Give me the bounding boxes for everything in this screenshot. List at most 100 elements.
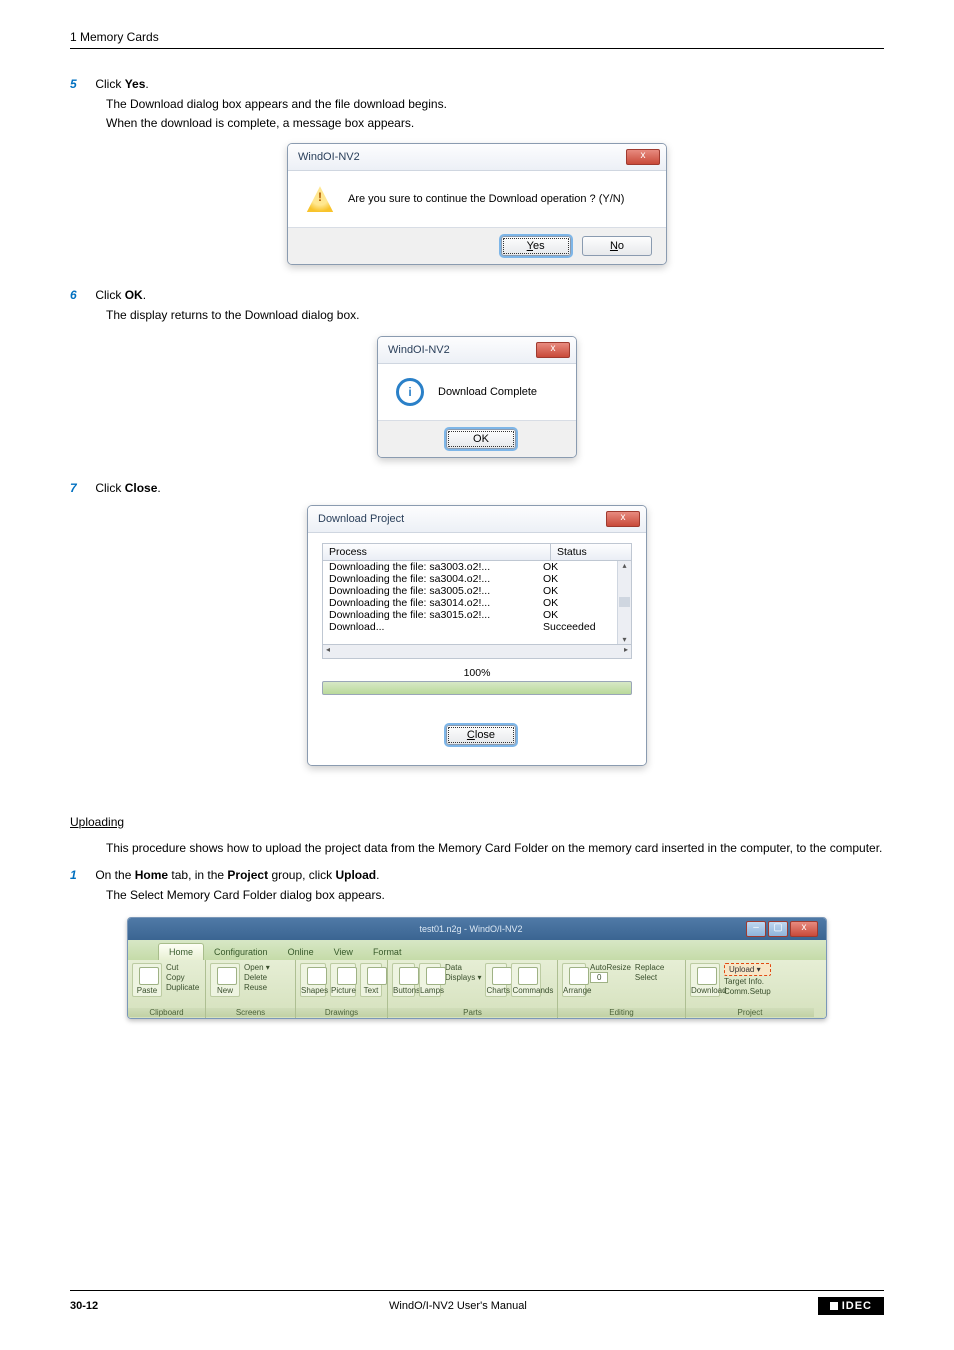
group-screens: New Open ▾ Delete Reuse Screens bbox=[206, 960, 296, 1018]
vertical-scrollbar[interactable]: ▴ ▾ bbox=[617, 561, 631, 644]
buttons-button[interactable]: Buttons bbox=[392, 963, 415, 997]
open-button[interactable]: Open ▾ bbox=[244, 963, 270, 972]
scroll-right-icon[interactable]: ▸ bbox=[621, 645, 631, 658]
autoresize-button[interactable]: AutoResize bbox=[590, 963, 631, 972]
step-desc: The display returns to the Download dial… bbox=[106, 306, 884, 325]
table-header: Process Status bbox=[322, 543, 632, 561]
process-cell: Downloading the file: sa3005.o2!... bbox=[323, 585, 537, 597]
ribbon-window: test01.n2g - WindO/I-NV2 – ▢ x Home Conf… bbox=[127, 917, 827, 1019]
tab-format[interactable]: Format bbox=[363, 944, 412, 960]
step-7: 7 Click Close. bbox=[70, 481, 884, 495]
reuse-button[interactable]: Reuse bbox=[244, 983, 270, 992]
status-cell: OK bbox=[537, 597, 617, 609]
status-cell: OK bbox=[537, 609, 617, 621]
status-cell: OK bbox=[537, 573, 617, 585]
dialog-message: Are you sure to continue the Download op… bbox=[348, 193, 624, 205]
displays-button[interactable]: Displays ▾ bbox=[445, 973, 481, 982]
shapes-button[interactable]: Shapes bbox=[300, 963, 326, 997]
group-parts: Buttons Lamps Data Displays ▾ Charts Com… bbox=[388, 960, 558, 1018]
data-button[interactable]: Data bbox=[445, 963, 481, 972]
table-row: Downloading the file: sa3004.o2!...OK bbox=[323, 573, 617, 585]
ribbon-tabs: Home Configuration Online View Format bbox=[128, 940, 826, 960]
manual-title: WindO/I-NV2 User's Manual bbox=[389, 1300, 527, 1312]
download-button[interactable]: Download bbox=[690, 963, 720, 997]
new-button[interactable]: New bbox=[210, 963, 240, 997]
scroll-thumb[interactable] bbox=[619, 597, 630, 607]
close-icon[interactable]: x bbox=[606, 511, 640, 527]
uploading-section: Uploading This procedure shows how to up… bbox=[70, 789, 884, 905]
no-button[interactable]: No bbox=[582, 236, 652, 256]
status-cell: OK bbox=[537, 561, 617, 573]
group-label: Editing bbox=[558, 1008, 685, 1017]
brand-logo: IDEC bbox=[818, 1297, 884, 1315]
select-button[interactable]: Select bbox=[635, 973, 664, 982]
step-number: 7 bbox=[70, 481, 92, 495]
close-icon[interactable]: x bbox=[626, 149, 660, 165]
zero-field[interactable]: 0 bbox=[590, 972, 608, 983]
tab-online[interactable]: Online bbox=[278, 944, 324, 960]
table-row: Download...Succeeded bbox=[323, 621, 617, 633]
group-clipboard: Paste Cut Copy Duplicate Clipboard bbox=[128, 960, 206, 1018]
lamps-button[interactable]: Lamps bbox=[419, 963, 441, 997]
copy-button[interactable]: Copy bbox=[166, 973, 199, 982]
scroll-down-icon[interactable]: ▾ bbox=[618, 635, 631, 644]
paste-button[interactable]: Paste bbox=[132, 963, 162, 997]
group-label: Drawings bbox=[296, 1008, 387, 1017]
group-label: Project bbox=[686, 1008, 814, 1017]
close-icon[interactable]: x bbox=[536, 342, 570, 358]
process-cell: Downloading the file: sa3004.o2!... bbox=[323, 573, 537, 585]
uploading-heading: Uploading bbox=[70, 815, 124, 829]
text-button[interactable]: Text bbox=[360, 963, 382, 997]
close-icon[interactable]: x bbox=[790, 921, 818, 937]
replace-button[interactable]: Replace bbox=[635, 963, 664, 972]
table-row: Downloading the file: sa3003.o2!...OK bbox=[323, 561, 617, 573]
page-number: 30-12 bbox=[70, 1300, 98, 1312]
scroll-left-icon[interactable]: ◂ bbox=[323, 645, 333, 658]
picture-button[interactable]: Picture bbox=[330, 963, 356, 997]
cut-button[interactable]: Cut bbox=[166, 963, 199, 972]
dialog-title: WindOI-NV2 bbox=[388, 344, 450, 356]
status-cell: OK bbox=[537, 585, 617, 597]
warning-icon bbox=[306, 185, 334, 213]
scroll-up-icon[interactable]: ▴ bbox=[618, 561, 631, 570]
process-cell: Download... bbox=[323, 621, 537, 633]
download-project-dialog: Download Project x Process Status Downlo… bbox=[307, 505, 647, 766]
tab-home[interactable]: Home bbox=[158, 943, 204, 960]
step-desc: The Select Memory Card Folder dialog box… bbox=[106, 886, 884, 905]
group-editing: Arrange AutoResize 0 Replace Select Edit… bbox=[558, 960, 686, 1018]
commands-button[interactable]: Commands bbox=[511, 963, 541, 997]
step-desc: The Download dialog box appears and the … bbox=[106, 95, 884, 133]
charts-button[interactable]: Charts bbox=[485, 963, 507, 997]
delete-button[interactable]: Delete bbox=[244, 973, 270, 982]
upload-button[interactable]: Upload ▾ bbox=[724, 963, 771, 976]
dialog-title: Download Project bbox=[318, 513, 404, 525]
close-button[interactable]: Close bbox=[446, 725, 516, 745]
ok-button[interactable]: OK bbox=[446, 429, 516, 449]
section-header: 1 Memory Cards bbox=[70, 30, 884, 49]
step-text: Click Yes. bbox=[95, 77, 148, 91]
step-number: 5 bbox=[70, 77, 92, 91]
tab-configuration[interactable]: Configuration bbox=[204, 944, 278, 960]
step-5: 5 Click Yes. The Download dialog box app… bbox=[70, 77, 884, 133]
col-status: Status bbox=[551, 544, 631, 560]
progress-percent: 100% bbox=[322, 667, 632, 679]
table-row: Downloading the file: sa3015.o2!...OK bbox=[323, 609, 617, 621]
window-title: test01.n2g - WindO/I-NV2 bbox=[419, 924, 522, 934]
target-info-button[interactable]: Target Info. bbox=[724, 977, 771, 986]
process-cell: Downloading the file: sa3014.o2!... bbox=[323, 597, 537, 609]
yes-button[interactable]: Yes bbox=[501, 236, 571, 256]
section-title: 1 Memory Cards bbox=[70, 30, 159, 44]
minimize-icon[interactable]: – bbox=[746, 921, 766, 937]
arrange-button[interactable]: Arrange bbox=[562, 963, 586, 997]
step-number: 1 bbox=[70, 868, 92, 882]
table-row: Downloading the file: sa3005.o2!...OK bbox=[323, 585, 617, 597]
tab-view[interactable]: View bbox=[324, 944, 363, 960]
step-text: Click Close. bbox=[95, 481, 160, 495]
maximize-icon[interactable]: ▢ bbox=[768, 921, 788, 937]
status-cell: Succeeded bbox=[537, 621, 617, 633]
dialog-title: WindOI-NV2 bbox=[298, 151, 360, 163]
duplicate-button[interactable]: Duplicate bbox=[166, 983, 199, 992]
horizontal-scrollbar[interactable]: ◂ ▸ bbox=[322, 645, 632, 659]
comm-setup-button[interactable]: Comm.Setup bbox=[724, 987, 771, 996]
step-6: 6 Click OK. The display returns to the D… bbox=[70, 288, 884, 325]
